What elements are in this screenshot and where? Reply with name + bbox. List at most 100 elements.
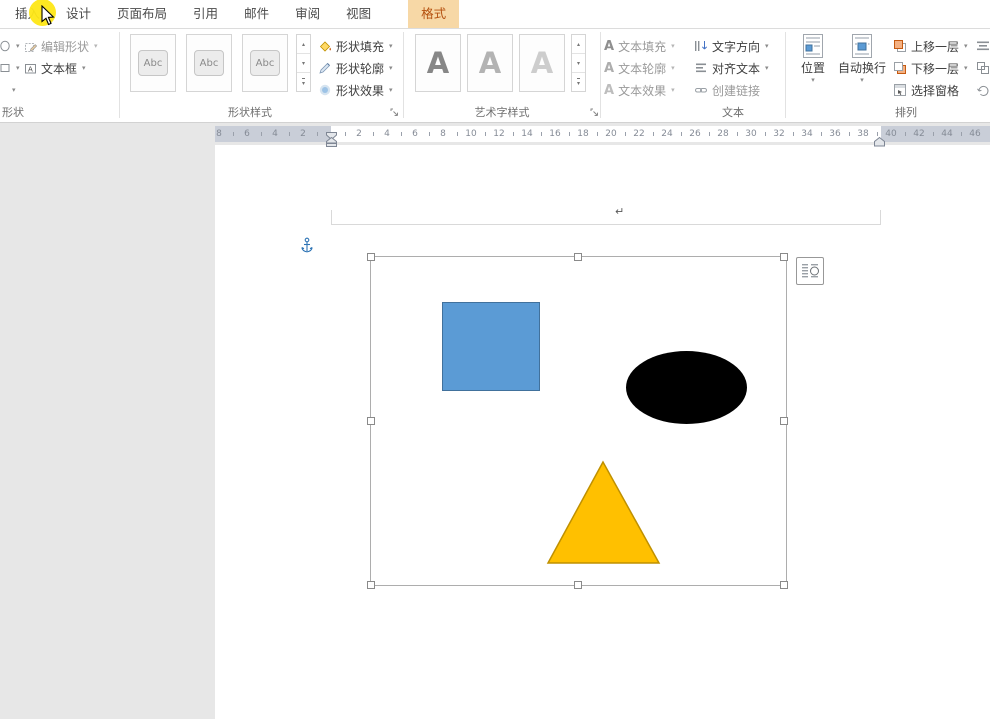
shape-effects-button[interactable]: 形状效果 ▾ <box>318 80 393 100</box>
ruler-tick <box>401 132 402 136</box>
send-backward-label: 下移一层 <box>911 60 959 77</box>
position-label: 位置 <box>801 62 825 75</box>
bring-forward-button[interactable]: 上移一层 ▾ <box>893 36 968 56</box>
wordart-preset-1[interactable]: A <box>415 34 461 92</box>
mouse-cursor-icon <box>39 5 55 31</box>
group-objects-button-cropped[interactable] <box>976 58 990 78</box>
group-label-wordart-styles: 艺术字样式 <box>475 104 530 120</box>
object-anchor-icon[interactable] <box>300 237 314 258</box>
text-fill-button[interactable]: A 文本填充 ▾ <box>604 36 675 56</box>
send-backward-button[interactable]: 下移一层 ▾ <box>893 58 968 78</box>
ruler-number: 20 <box>605 126 616 142</box>
dropdown-arrow-icon: ▾ <box>389 42 393 50</box>
shape-styles-dialog-launcher[interactable] <box>388 106 400 118</box>
resize-handle-se[interactable] <box>780 581 788 589</box>
selection-pane-icon <box>893 83 907 97</box>
ruler-tick <box>849 132 850 136</box>
group-label-text: 文本 <box>722 104 744 120</box>
gallery-more-icon[interactable]: ▾ <box>572 73 585 91</box>
position-button[interactable]: 位置 ▾ <box>795 33 831 117</box>
text-box-button[interactable]: A 文本框 ▾ <box>24 58 86 78</box>
shape-tool-cropped-2[interactable]: ▾ <box>0 58 20 78</box>
gallery-more-icon[interactable]: ▾ <box>297 73 310 91</box>
canvas-shape-triangle[interactable] <box>545 460 663 570</box>
shape-style-preset-2[interactable]: Abc <box>186 34 232 92</box>
rotate-objects-button-cropped[interactable] <box>976 80 990 100</box>
ruler-tick <box>625 132 626 136</box>
ruler-tick <box>765 132 766 136</box>
shape-outline-button[interactable]: 形状轮廓 ▾ <box>318 58 393 78</box>
resize-handle-n[interactable] <box>574 253 582 261</box>
document-page[interactable]: ↵ <box>215 145 990 719</box>
gallery-scroll-up-icon[interactable]: ▴ <box>297 35 310 54</box>
tab-design[interactable]: 设计 <box>53 0 104 28</box>
text-box-label: 文本框 <box>41 60 77 77</box>
text-fill-label: 文本填充 <box>618 38 666 55</box>
resize-handle-ne[interactable] <box>780 253 788 261</box>
ruler-number: 10 <box>465 126 476 142</box>
ruler-tick <box>597 132 598 136</box>
triangle-polygon <box>548 462 659 563</box>
text-effects-button[interactable]: A 文本效果 ▾ <box>604 80 675 100</box>
align-objects-button-cropped[interactable] <box>976 36 990 56</box>
gallery-scroll-down-icon[interactable]: ▾ <box>572 54 585 73</box>
wordart-styles-dialog-launcher[interactable] <box>588 106 600 118</box>
tab-references[interactable]: 引用 <box>180 0 231 28</box>
resize-handle-s[interactable] <box>574 581 582 589</box>
tab-page-layout[interactable]: 页面布局 <box>104 0 180 28</box>
layout-options-button[interactable] <box>796 257 824 285</box>
layout-options-icon <box>800 261 820 281</box>
shape-fill-button[interactable]: 形状填充 ▾ <box>318 36 393 56</box>
tab-mailings[interactable]: 邮件 <box>231 0 282 28</box>
position-icon <box>800 33 826 59</box>
resize-handle-e[interactable] <box>780 417 788 425</box>
shape-tool-cropped-1[interactable]: ▾ <box>0 36 20 56</box>
tab-view[interactable]: 视图 <box>333 0 384 28</box>
text-outline-button[interactable]: A 文本轮廓 ▾ <box>604 58 675 78</box>
tab-format-active[interactable]: 格式 <box>408 0 459 28</box>
resize-handle-nw[interactable] <box>367 253 375 261</box>
horizontal-ruler[interactable]: 8642246810121416182022242628303234363840… <box>215 126 990 142</box>
wrap-text-button[interactable]: 自动换行 ▾ <box>836 33 888 117</box>
resize-handle-w[interactable] <box>367 417 375 425</box>
create-link-button[interactable]: 创建链接 <box>694 80 760 100</box>
tab-review[interactable]: 审阅 <box>282 0 333 28</box>
letter-a-fill-icon: A <box>604 39 614 54</box>
right-indent-marker[interactable] <box>874 132 885 151</box>
text-direction-icon <box>694 39 708 53</box>
letter-a-outline-icon: A <box>604 61 614 76</box>
ruler-tick <box>569 132 570 136</box>
drawing-canvas[interactable] <box>370 256 787 586</box>
ruler-tick <box>709 132 710 136</box>
dropdown-arrow-icon: ▾ <box>811 76 815 84</box>
dropdown-arrow-icon: ▾ <box>671 64 675 72</box>
gallery-scroll-up-icon[interactable]: ▴ <box>572 35 585 54</box>
wordart-preset-3[interactable]: A <box>519 34 565 92</box>
gallery-scroll-down-icon[interactable]: ▾ <box>297 54 310 73</box>
wordart-thumb: A <box>427 49 449 78</box>
shape-style-preset-1[interactable]: Abc <box>130 34 176 92</box>
text-direction-button[interactable]: 文字方向 ▾ <box>694 36 769 56</box>
dialog-launcher-icon <box>390 108 399 117</box>
ruler-number: 26 <box>689 126 700 142</box>
dropdown-arrow-icon: ▾ <box>964 64 968 72</box>
group-label-shape-styles: 形状样式 <box>228 104 272 120</box>
resize-handle-sw[interactable] <box>367 581 375 589</box>
shape-tool-cropped-3[interactable]: ▾ <box>11 80 16 100</box>
wordart-preset-2[interactable]: A <box>467 34 513 92</box>
canvas-shape-square[interactable] <box>442 302 540 391</box>
ruler-number: 24 <box>661 126 672 142</box>
left-indent-marker[interactable] <box>326 132 337 151</box>
text-effects-label: 文本效果 <box>618 82 666 99</box>
pencil-icon <box>318 61 332 75</box>
dropdown-arrow-icon: ▾ <box>389 64 393 72</box>
shape-style-preset-3[interactable]: Abc <box>242 34 288 92</box>
wordart-gallery-scroll: ▴ ▾ ▾ <box>571 34 586 92</box>
selection-pane-button[interactable]: 选择窗格 <box>893 80 959 100</box>
dropdown-arrow-icon: ▾ <box>671 86 675 94</box>
paint-bucket-icon <box>318 39 332 53</box>
edit-shape-button[interactable]: 编辑形状 ▾ <box>24 36 98 56</box>
dropdown-arrow-icon: ▾ <box>16 64 20 72</box>
canvas-shape-ellipse[interactable] <box>626 351 747 424</box>
align-text-button[interactable]: 对齐文本 ▾ <box>694 58 769 78</box>
